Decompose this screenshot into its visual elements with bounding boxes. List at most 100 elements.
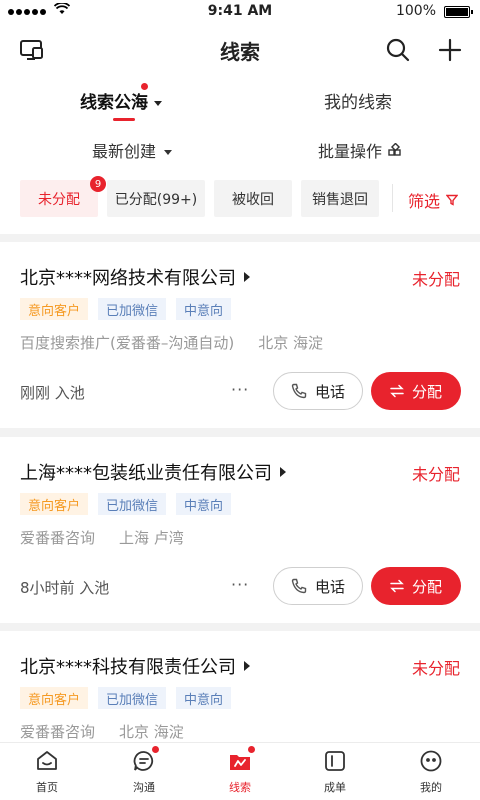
lead-card[interactable]: 上海****包装纸业责任有限公司 未分配 意向客户 已加微信 中意向 爱番番咨询…	[0, 437, 480, 623]
lead-entered-time: 刚刚 入池	[20, 384, 85, 402]
active-tab-indicator	[113, 118, 135, 121]
call-label: 电话	[314, 577, 345, 596]
tab-deals-label: 成单	[324, 781, 346, 794]
lead-tabs: 线索公海 我的线索	[0, 76, 480, 122]
tag-medium-intent: 中意向	[176, 298, 232, 320]
assign-label: 分配	[411, 577, 442, 596]
tab-chat-label: 沟通	[133, 781, 155, 794]
batch-icon	[388, 143, 401, 156]
tag-wechat-added: 已加微信	[98, 687, 167, 709]
tab-leads-label: 线索	[229, 781, 251, 794]
tag-intent-customer: 意向客户	[20, 493, 89, 515]
status-filter-chips: 未分配 9 已分配(99+) 被收回 销售退回 筛选	[0, 176, 480, 234]
tag-wechat-added: 已加微信	[98, 493, 167, 515]
phone-icon	[291, 383, 307, 399]
home-icon	[35, 749, 59, 773]
phone-icon	[291, 578, 307, 594]
tab-profile-label: 我的	[420, 781, 442, 794]
chevron-right-icon	[244, 272, 250, 282]
leads-icon	[228, 746, 255, 773]
filter-label: 筛选	[408, 192, 441, 211]
tab-lead-pool-label: 线索公海	[80, 93, 148, 113]
batch-operation-button[interactable]: 批量操作	[318, 138, 402, 162]
battery-icon	[444, 6, 473, 18]
notification-dot	[248, 746, 255, 753]
call-label: 电话	[314, 382, 345, 401]
company-text: 上海****包装纸业责任有限公司	[20, 463, 272, 484]
lead-entered-time: 8小时前 入池	[20, 579, 110, 597]
more-options-icon[interactable]: ···	[231, 575, 249, 594]
chevron-right-icon	[244, 661, 250, 671]
filter-icon	[446, 194, 459, 206]
swap-icon	[390, 384, 404, 398]
lead-source-row: 爱番番咨询 上海 卢湾	[20, 527, 184, 548]
lead-status: 未分配	[411, 465, 460, 484]
notification-dot	[152, 746, 159, 753]
search-icon[interactable]	[384, 36, 412, 64]
call-button[interactable]: 电话	[273, 567, 363, 605]
tag-medium-intent: 中意向	[176, 687, 232, 709]
lead-status: 未分配	[411, 659, 460, 678]
tab-chat[interactable]: 沟通	[114, 746, 174, 795]
swap-icon	[390, 579, 404, 593]
caret-down-icon	[154, 100, 162, 106]
lead-company-name[interactable]: 上海****包装纸业责任有限公司	[20, 459, 286, 485]
lead-source: 爱番番咨询	[20, 723, 96, 741]
lead-source: 百度搜索推广(爱番番–沟通自动)	[20, 334, 235, 352]
unassigned-count-badge: 9	[90, 176, 106, 192]
tag-medium-intent: 中意向	[176, 493, 232, 515]
chip-recycled[interactable]: 被收回	[214, 180, 292, 217]
tab-profile[interactable]: 我的	[401, 749, 461, 795]
sort-newest-dropdown[interactable]: 最新创建	[92, 138, 173, 162]
lead-source-row: 爱番番咨询 北京 海淀	[20, 721, 184, 742]
chip-unassigned-label: 未分配	[38, 191, 80, 208]
lead-status: 未分配	[411, 270, 460, 289]
sort-bar: 最新创建 批量操作	[0, 122, 480, 176]
nav-bar: 线索	[0, 24, 480, 76]
tag-intent-customer: 意向客户	[20, 687, 89, 709]
lead-tags: 意向客户 已加微信 中意向	[20, 687, 232, 709]
status-bar: 9:41 AM 100%	[0, 0, 480, 24]
tab-leads[interactable]: 线索	[210, 746, 270, 795]
tab-my-leads[interactable]: 我的线索	[324, 88, 392, 113]
chip-unassigned[interactable]: 未分配 9	[20, 176, 106, 217]
lead-source-row: 百度搜索推广(爱番番–沟通自动) 北京 海淀	[20, 332, 323, 353]
add-icon[interactable]	[436, 36, 464, 64]
assign-button[interactable]: 分配	[371, 567, 461, 605]
chip-assigned[interactable]: 已分配(99+)	[107, 180, 205, 217]
divider	[392, 184, 393, 212]
company-text: 北京****网络技术有限公司	[20, 268, 236, 289]
lead-location: 北京 海淀	[119, 723, 184, 741]
chat-icon	[132, 746, 159, 773]
lead-location: 北京 海淀	[258, 334, 323, 352]
assign-button[interactable]: 分配	[371, 372, 461, 410]
tab-deals[interactable]: 成单	[305, 749, 365, 795]
lead-card[interactable]: 北京****网络技术有限公司 未分配 意向客户 已加微信 中意向 百度搜索推广(…	[0, 242, 480, 428]
tab-home-label: 首页	[36, 781, 58, 794]
call-button[interactable]: 电话	[273, 372, 363, 410]
bottom-tab-bar: 首页 沟通 线索 成单 我的	[0, 742, 480, 800]
tag-intent-customer: 意向客户	[20, 298, 89, 320]
chevron-right-icon	[280, 467, 286, 477]
tag-wechat-added: 已加微信	[98, 298, 167, 320]
lead-location: 上海 卢湾	[119, 529, 184, 547]
filter-button[interactable]: 筛选	[408, 188, 459, 212]
lead-tags: 意向客户 已加微信 中意向	[20, 298, 232, 320]
more-options-icon[interactable]: ···	[231, 380, 249, 399]
deal-icon	[323, 749, 347, 773]
lead-tags: 意向客户 已加微信 中意向	[20, 493, 232, 515]
tab-lead-pool[interactable]: 线索公海	[80, 83, 162, 113]
caret-down-icon	[164, 150, 173, 155]
notification-dot	[141, 83, 148, 90]
assign-label: 分配	[411, 382, 442, 401]
lead-company-name[interactable]: 北京****网络技术有限公司	[20, 264, 250, 290]
lead-company-name[interactable]: 北京****科技有限责任公司	[20, 653, 250, 679]
batch-label: 批量操作	[318, 142, 383, 161]
tab-home[interactable]: 首页	[17, 749, 77, 795]
lead-source: 爱番番咨询	[20, 529, 96, 547]
battery-percent: 100%	[395, 3, 436, 19]
chip-sales-returned[interactable]: 销售退回	[301, 180, 379, 217]
profile-icon	[419, 749, 443, 773]
company-text: 北京****科技有限责任公司	[20, 657, 236, 678]
sort-label: 最新创建	[92, 142, 157, 161]
